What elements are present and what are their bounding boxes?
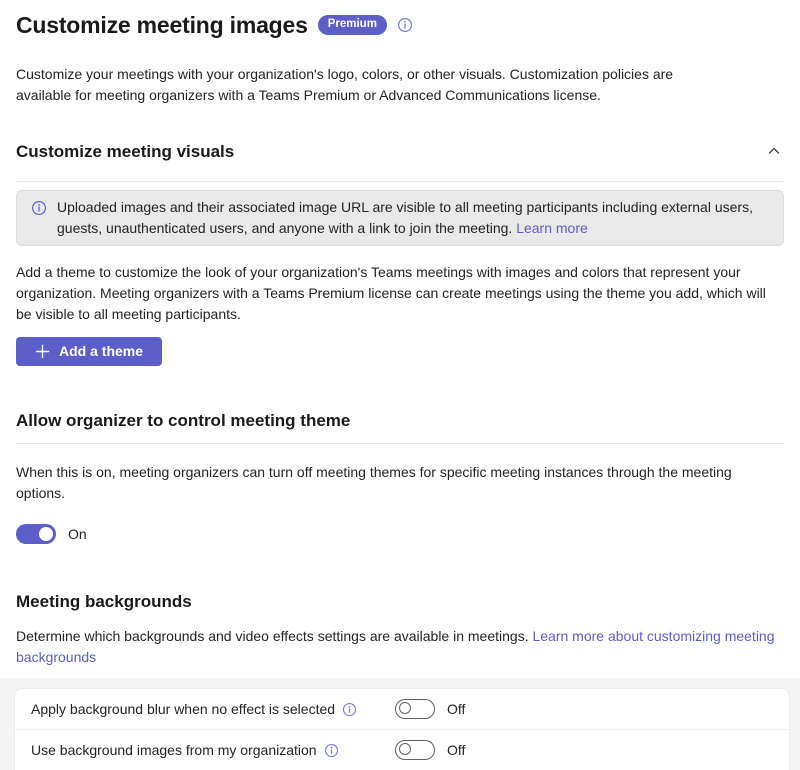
organizer-section-header: Allow organizer to control meeting theme: [16, 408, 784, 434]
settings-rows-card: Apply background blur when no effect is …: [14, 688, 790, 770]
visuals-section-header: Customize meeting visuals: [16, 139, 784, 165]
row-label-group: Use background images from my organizati…: [31, 740, 395, 761]
backgrounds-description-text: Determine which backgrounds and video ef…: [16, 628, 529, 644]
toggle-state-label: Off: [447, 699, 465, 720]
add-theme-description: Add a theme to customize the look of you…: [16, 262, 784, 325]
background-blur-row: Apply background blur when no effect is …: [15, 689, 789, 729]
add-theme-button-label: Add a theme: [59, 343, 143, 359]
page-title: Customize meeting images: [16, 8, 308, 43]
row-label-group: Apply background blur when no effect is …: [31, 699, 395, 720]
add-theme-button[interactable]: Add a theme: [16, 337, 162, 366]
organizer-section-title: Allow organizer to control meeting theme: [16, 408, 350, 434]
banner-message: Uploaded images and their associated ima…: [57, 197, 769, 239]
banner-text: Uploaded images and their associated ima…: [57, 199, 753, 236]
settings-rows-strip: Apply background blur when no effect is …: [0, 678, 800, 770]
background-images-label: Use background images from my organizati…: [31, 740, 317, 761]
background-images-info-icon[interactable]: [324, 743, 339, 758]
toggle-knob: [399, 702, 411, 714]
background-blur-toggle[interactable]: [395, 699, 435, 719]
toggle-state-label: Off: [447, 740, 465, 761]
settings-page: Customize meeting images Premium Customi…: [0, 0, 800, 668]
organizer-theme-toggle-row: On: [16, 524, 784, 545]
toggle-knob: [39, 527, 53, 541]
page-description: Customize your meetings with your organi…: [16, 64, 731, 106]
banner-learn-more-link[interactable]: Learn more: [516, 220, 588, 236]
visuals-section-title: Customize meeting visuals: [16, 139, 234, 165]
info-banner: Uploaded images and their associated ima…: [16, 190, 784, 246]
premium-badge: Premium: [318, 15, 387, 35]
organizer-theme-toggle[interactable]: [16, 524, 56, 544]
chevron-up-icon: [766, 143, 782, 159]
title-info-icon[interactable]: [397, 17, 413, 33]
background-blur-info-icon[interactable]: [342, 702, 357, 717]
background-images-row: Use background images from my organizati…: [15, 730, 789, 770]
backgrounds-section-header: Meeting backgrounds: [16, 589, 784, 615]
plus-icon: [35, 344, 50, 359]
banner-info-icon: [31, 200, 47, 216]
toggle-knob: [399, 743, 411, 755]
section-divider: [16, 443, 784, 444]
organizer-description: When this is on, meeting organizers can …: [16, 462, 784, 504]
backgrounds-description: Determine which backgrounds and video ef…: [16, 626, 784, 668]
backgrounds-section-title: Meeting backgrounds: [16, 589, 192, 615]
collapse-section-button[interactable]: [764, 141, 784, 161]
background-blur-label: Apply background blur when no effect is …: [31, 699, 335, 720]
page-header: Customize meeting images Premium: [16, 8, 784, 43]
toggle-state-label: On: [68, 524, 87, 545]
section-divider: [16, 181, 784, 182]
background-images-toggle[interactable]: [395, 740, 435, 760]
